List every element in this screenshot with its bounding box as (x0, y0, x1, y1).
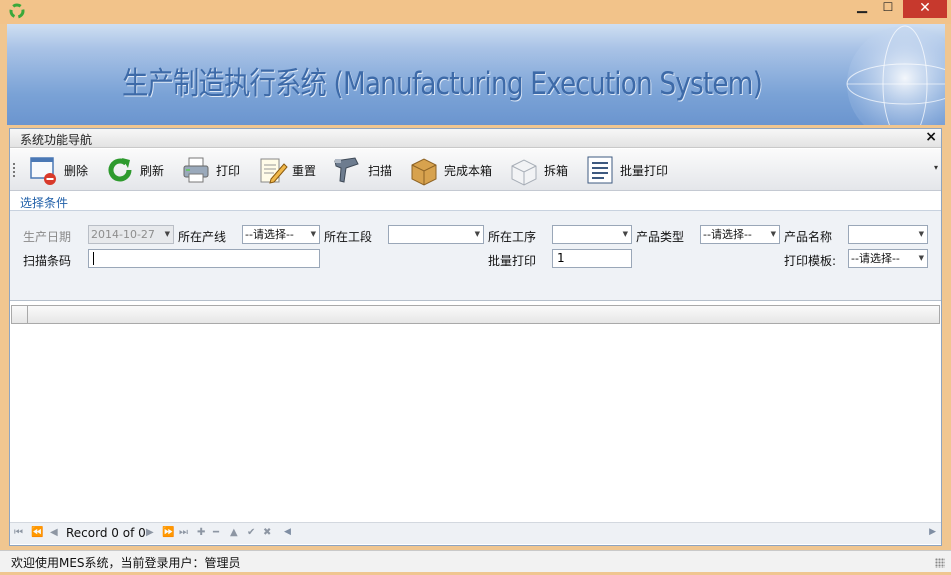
scroll-left-icon[interactable]: ◀ (284, 527, 291, 537)
status-bar: 欢迎使用MES系统，当前登录用户：管理员 (0, 550, 951, 572)
production-line-label: 所在产线 (178, 230, 227, 244)
batch-print-count-input[interactable]: 1 (552, 249, 632, 268)
grid-header[interactable] (11, 305, 940, 324)
batch-print-icon (584, 154, 616, 186)
scroll-right-icon[interactable]: ▶ (929, 527, 936, 537)
maximize-button[interactable]: ☐ (878, 0, 898, 16)
prev-page-icon[interactable]: ⏪ (31, 527, 43, 538)
refresh-label: 刷新 (140, 163, 165, 178)
app-logo-icon (9, 3, 25, 19)
print-template-select[interactable]: --请选择-- ▼ (848, 249, 928, 268)
resize-grip-icon[interactable] (935, 558, 945, 568)
toolbar: 删除 刷新 打印 重置 扫描 完成本箱 拆箱 批量打印 ▾ (10, 149, 941, 191)
next-page-icon[interactable]: ⏩ (162, 527, 174, 538)
production-date-picker[interactable]: 2014-10-27 ▼ (88, 225, 174, 244)
box-icon (408, 154, 440, 186)
filter-section-label: 选择条件 (20, 196, 69, 210)
grid-row-indicator-header[interactable] (12, 306, 28, 323)
finish-box-button[interactable]: 完成本箱 (408, 153, 492, 187)
status-text: 欢迎使用MES系统，当前登录用户：管理员 (11, 556, 241, 570)
batch-print-count-label: 批量打印 (488, 254, 537, 268)
chevron-down-icon: ▼ (164, 230, 170, 238)
chevron-down-icon: ▼ (770, 230, 776, 238)
record-counter: Record 0 of 0 (66, 526, 146, 540)
chevron-down-icon: ▼ (474, 230, 480, 238)
scan-barcode-input[interactable] (88, 249, 320, 268)
scan-barcode-label: 扫描条码 (23, 254, 72, 268)
chevron-down-icon: ▼ (310, 230, 316, 238)
panel-close-button[interactable]: × (925, 129, 937, 145)
batch-print-button[interactable]: 批量打印 (584, 153, 668, 187)
next-record-icon[interactable]: ▶ (146, 527, 154, 538)
printer-icon (180, 154, 212, 186)
reset-icon (256, 154, 288, 186)
product-type-value: --请选择-- (703, 228, 752, 241)
remove-record-icon[interactable]: ━ (213, 527, 219, 538)
window-title-bar: ▁ ☐ ✕ (0, 0, 951, 24)
scan-button[interactable]: 扫描 (332, 153, 392, 187)
batch-print-label: 批量打印 (620, 163, 669, 178)
close-window-button[interactable]: ✕ (903, 0, 947, 18)
production-line-value: --请选择-- (245, 228, 294, 241)
unbox-button[interactable]: 拆箱 (508, 153, 568, 187)
chevron-down-icon: ▼ (918, 254, 924, 262)
product-name-label: 产品名称 (784, 230, 833, 244)
edit-record-icon[interactable]: ▲ (230, 527, 238, 538)
refresh-icon (104, 154, 136, 186)
filter-area: 生产日期 2014-10-27 ▼ 所在产线 --请选择-- ▼ 所在工段 ▼ … (10, 211, 941, 301)
print-template-value: --请选择-- (851, 252, 900, 265)
scan-label: 扫描 (368, 163, 393, 178)
refresh-button[interactable]: 刷新 (104, 153, 164, 187)
unbox-icon (508, 154, 540, 186)
globe-graphic-icon (846, 25, 945, 125)
reset-button[interactable]: 重置 (256, 153, 316, 187)
chevron-down-icon: ▼ (918, 230, 924, 238)
product-type-select[interactable]: --请选择-- ▼ (700, 225, 780, 244)
banner-title: 生产制造执行系统 (Manufacturing Execution System… (122, 66, 763, 102)
print-label: 打印 (216, 163, 241, 178)
toolbar-overflow-button[interactable]: ▾ (934, 163, 938, 172)
cancel-record-icon[interactable]: ✖ (263, 527, 271, 538)
last-record-icon[interactable]: ⏭ (179, 527, 188, 538)
barcode-scanner-icon (332, 154, 364, 186)
delete-icon (28, 154, 60, 186)
panel-title: 系统功能导航 (20, 133, 93, 147)
finish-box-label: 完成本箱 (444, 163, 493, 178)
reset-label: 重置 (292, 163, 317, 178)
product-name-select[interactable]: ▼ (848, 225, 928, 244)
print-template-label: 打印模板: (784, 254, 837, 268)
process-label: 所在工序 (488, 230, 537, 244)
add-record-icon[interactable]: ✚ (197, 527, 205, 538)
delete-label: 删除 (64, 163, 89, 178)
work-section-label: 所在工段 (324, 230, 373, 244)
process-select[interactable]: ▼ (552, 225, 632, 244)
batch-print-count-value: 1 (557, 251, 565, 265)
panel-header: 系统功能导航 × (10, 129, 941, 148)
function-navigation-panel: 系统功能导航 × 删除 刷新 打印 重置 扫描 完成本箱 拆箱 批量打印 ▾ 选… (9, 128, 942, 546)
chevron-down-icon: ▼ (622, 230, 628, 238)
minimize-button[interactable]: ▁ (853, 0, 871, 16)
toolbar-grip[interactable] (13, 163, 16, 177)
unbox-label: 拆箱 (544, 163, 569, 178)
production-line-select[interactable]: --请选择-- ▼ (242, 225, 320, 244)
delete-button[interactable]: 删除 (28, 153, 88, 187)
record-navigator: ⏮ ⏪ ◀ Record 0 of 0 ▶ ⏩ ⏭ ✚ ━ ▲ ✔ ✖ ◀ ▶ (10, 522, 941, 544)
print-button[interactable]: 打印 (180, 153, 240, 187)
work-section-select[interactable]: ▼ (388, 225, 484, 244)
text-caret (93, 252, 94, 265)
production-date-label: 生产日期 (23, 230, 72, 244)
prev-record-icon[interactable]: ◀ (50, 527, 58, 538)
production-date-value: 2014-10-27 (91, 228, 155, 241)
app-banner: 生产制造执行系统 (Manufacturing Execution System… (7, 24, 945, 125)
product-type-label: 产品类型 (636, 230, 685, 244)
save-record-icon[interactable]: ✔ (247, 527, 255, 538)
first-record-icon[interactable]: ⏮ (14, 527, 23, 538)
